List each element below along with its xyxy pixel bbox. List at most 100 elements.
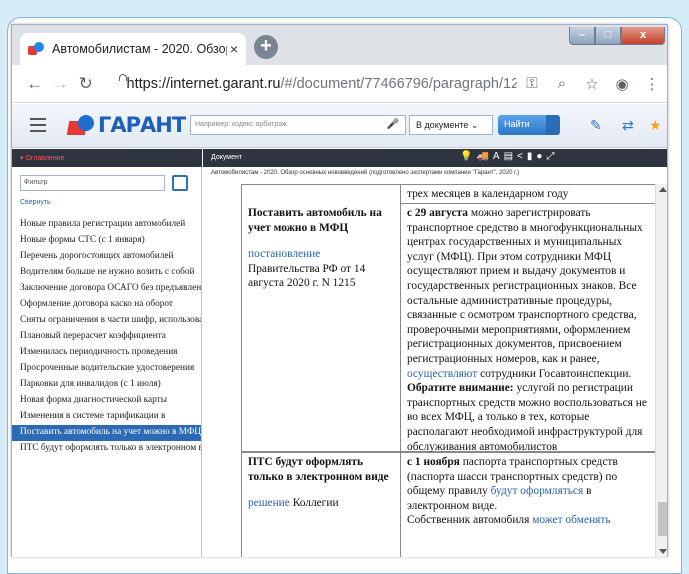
garant-logo-mark-icon <box>66 113 94 137</box>
tab-close-icon[interactable]: × <box>230 41 238 57</box>
zoom-icon[interactable]: ⌕ <box>547 75 577 92</box>
share-icon[interactable]: < <box>517 151 527 162</box>
search-placeholder: Например: кодекс арбитраж <box>195 121 287 128</box>
row2-title: ПТС будут оформлять только в электронном… <box>248 456 389 483</box>
browser-window: Автомобилистам - 2020. Обзор × + – □ x ←… <box>11 24 668 557</box>
info-icon[interactable]: ● <box>536 151 546 162</box>
truck-icon[interactable]: 🚚 <box>476 151 492 162</box>
row1-link[interactable]: осуществляют <box>407 368 477 380</box>
row2-source-link[interactable]: решение <box>248 497 290 509</box>
row1-text-a: можно зарегистрировать транспортное сред… <box>407 207 643 365</box>
document-panel: Автомобилистам - 2020. Обзор основных но… <box>203 167 667 557</box>
forward-arrow-icon[interactable]: → <box>48 74 74 94</box>
maximize-button[interactable]: □ <box>595 27 621 45</box>
url-path: /#/document/77466796/paragraph/12... <box>280 75 517 92</box>
scroll-down-icon[interactable] <box>659 549 667 554</box>
minimize-button[interactable]: – <box>569 27 595 45</box>
row1-date: с 29 августа <box>407 207 468 219</box>
toc-item[interactable]: Оформление договора каско на оборот <box>12 297 201 313</box>
row2-link3[interactable]: может обменять <box>532 514 610 526</box>
document-scrollbar[interactable] <box>655 184 667 557</box>
window-controls: – □ x <box>569 27 665 45</box>
garant-logo-text: ГАРАНТ <box>98 113 186 137</box>
table-row-cell: с 1 ноября паспорта транспортных средств… <box>401 452 657 557</box>
row0-text: трех месяцев в календарном году <box>407 188 569 200</box>
scroll-up-icon[interactable] <box>659 187 667 192</box>
search-scope-select[interactable]: В документе ⌄ <box>409 115 493 135</box>
hamburger-menu-icon[interactable] <box>30 118 46 132</box>
compare-icon[interactable]: ⇄ <box>622 117 634 134</box>
toc-item[interactable]: Перечень дорогостоящих автомобилей <box>12 249 201 265</box>
bookmark-doc-icon[interactable]: ▮ <box>527 151 537 162</box>
table-row-cell: Поставить автомобиль на учет можно в МФЦ… <box>241 204 401 452</box>
toc-item[interactable]: Изменилась периодичность проведения <box>12 345 201 361</box>
row1-note-label: Обратите внимание: <box>407 382 514 395</box>
toc-panel-title: ▾ Оглавление <box>20 155 65 162</box>
row1-text-b: сотрудники Госавтоинспекции. <box>480 367 632 380</box>
toc-item[interactable]: Новая форма диагностической карты <box>12 393 201 409</box>
toc-item[interactable]: Плановый перерасчет коэффициента <box>12 329 201 345</box>
toc-item[interactable]: Сняты ограничения в части шифр, использо… <box>12 313 201 329</box>
star-icon[interactable]: ★ <box>649 117 662 134</box>
row2-link[interactable]: будут оформляться <box>491 485 584 497</box>
table-row-cell <box>241 184 401 204</box>
address-bar: ← → ↻ https://internet.garant.ru/#/docum… <box>12 65 667 103</box>
document-panel-title: Документ <box>211 154 243 161</box>
garant-favicon-icon <box>28 42 44 56</box>
table-row-cell: трех месяцев в календарном году <box>401 184 657 204</box>
toc-item[interactable]: Просроченные водительские удостоверения <box>12 361 201 377</box>
toc-panel-header: ▾ Оглавление <box>12 149 202 167</box>
bookmark-star-icon[interactable]: ☆ <box>577 75 607 93</box>
toc-filter-button[interactable] <box>172 175 188 191</box>
document-table: трех месяцев в календарном году Поставит… <box>241 184 657 557</box>
table-row-cell: ПТС будут оформлять только в электронном… <box>241 452 401 557</box>
tab-bar: Автомобилистам - 2020. Обзор × + – □ x <box>12 25 667 65</box>
font-size-icon[interactable]: A <box>493 151 504 162</box>
new-tab-button[interactable]: + <box>254 35 278 59</box>
menu-kebab-icon[interactable]: ⋮ <box>637 75 667 93</box>
toc-item[interactable]: Изменения в системе тарификации в <box>12 409 201 425</box>
breadcrumb: Автомобилистам - 2020. Обзор основных но… <box>211 170 520 176</box>
document-panel-header: Документ 💡🚚A▤<▮●⤢ <box>203 149 667 167</box>
garant-toolbar: ГАРАНТ Например: кодекс арбитраж 🎤 В док… <box>12 104 667 148</box>
toc-item[interactable]: Новые правила регистрации автомобилей <box>12 217 201 233</box>
microphone-icon[interactable]: 🎤 <box>387 119 399 130</box>
address-bar-actions: ⚿ ⌕ ☆ ◉ ⋮ <box>517 75 667 93</box>
bulb-icon[interactable]: 💡 <box>460 151 476 162</box>
url-input[interactable]: https://internet.garant.ru/#/document/77… <box>105 70 517 98</box>
scroll-thumb[interactable] <box>658 502 667 536</box>
toc-item[interactable]: Водителям больше не нужно возить с собой <box>12 265 201 281</box>
key-icon[interactable]: ⚿ <box>517 75 547 92</box>
row2-text-c: Собственник автомобиля <box>407 514 530 527</box>
row1-source: Правительства РФ от 14 августа 2020 г. N… <box>248 262 366 290</box>
tab-title: Автомобилистам - 2020. Обзор <box>52 42 227 56</box>
back-arrow-icon[interactable]: ← <box>22 74 48 94</box>
row1-source-link[interactable]: постановление <box>248 248 320 260</box>
bookmark-icon[interactable]: ✎ <box>590 117 602 134</box>
table-row-cell: с 29 августа можно зарегистрировать тран… <box>401 204 657 453</box>
toc-filter-input[interactable]: Фильтр <box>20 175 165 191</box>
toc-item[interactable]: Парковки для инвалидов (с 1 июля) <box>12 377 201 393</box>
find-options-arrow[interactable] <box>546 115 560 135</box>
garant-logo[interactable]: ГАРАНТ <box>66 111 186 139</box>
toc-item[interactable]: ПТС будут оформлять только в электронном… <box>12 441 201 457</box>
toc-item[interactable]: Поставить автомобиль на учет можно в МФЦ <box>12 425 201 441</box>
expand-icon[interactable]: ⤢ <box>546 151 558 162</box>
row2-date: с 1 ноября <box>407 456 460 468</box>
document-tools: 💡🚚A▤<▮●⤢ <box>460 151 558 162</box>
print-icon[interactable]: ▤ <box>504 151 517 162</box>
toc-panel: Фильтр Свернуть Новые правила регистраци… <box>12 167 202 557</box>
account-icon[interactable]: ◉ <box>607 75 637 93</box>
close-window-button[interactable]: x <box>621 27 665 45</box>
garant-search-input[interactable]: Например: кодекс арбитраж 🎤 <box>190 115 406 135</box>
toc-filter-placeholder: Фильтр <box>24 179 48 186</box>
toc-item[interactable]: Новые формы СТС (с 1 января) <box>12 233 201 249</box>
row2-source: Коллегии <box>292 497 339 510</box>
collapse-link[interactable]: Свернуть <box>20 199 51 206</box>
reload-icon[interactable]: ↻ <box>73 74 99 94</box>
row1-title: Поставить автомобиль на учет можно в МФЦ <box>248 207 382 234</box>
url-host: https://internet.garant.ru <box>126 75 281 92</box>
toc-list: Новые правила регистрации автомобилей Нов… <box>12 217 201 457</box>
browser-tab[interactable]: Автомобилистам - 2020. Обзор × <box>20 33 246 65</box>
toc-item[interactable]: Заключение договора ОСАГО без предъявлен… <box>12 281 201 297</box>
